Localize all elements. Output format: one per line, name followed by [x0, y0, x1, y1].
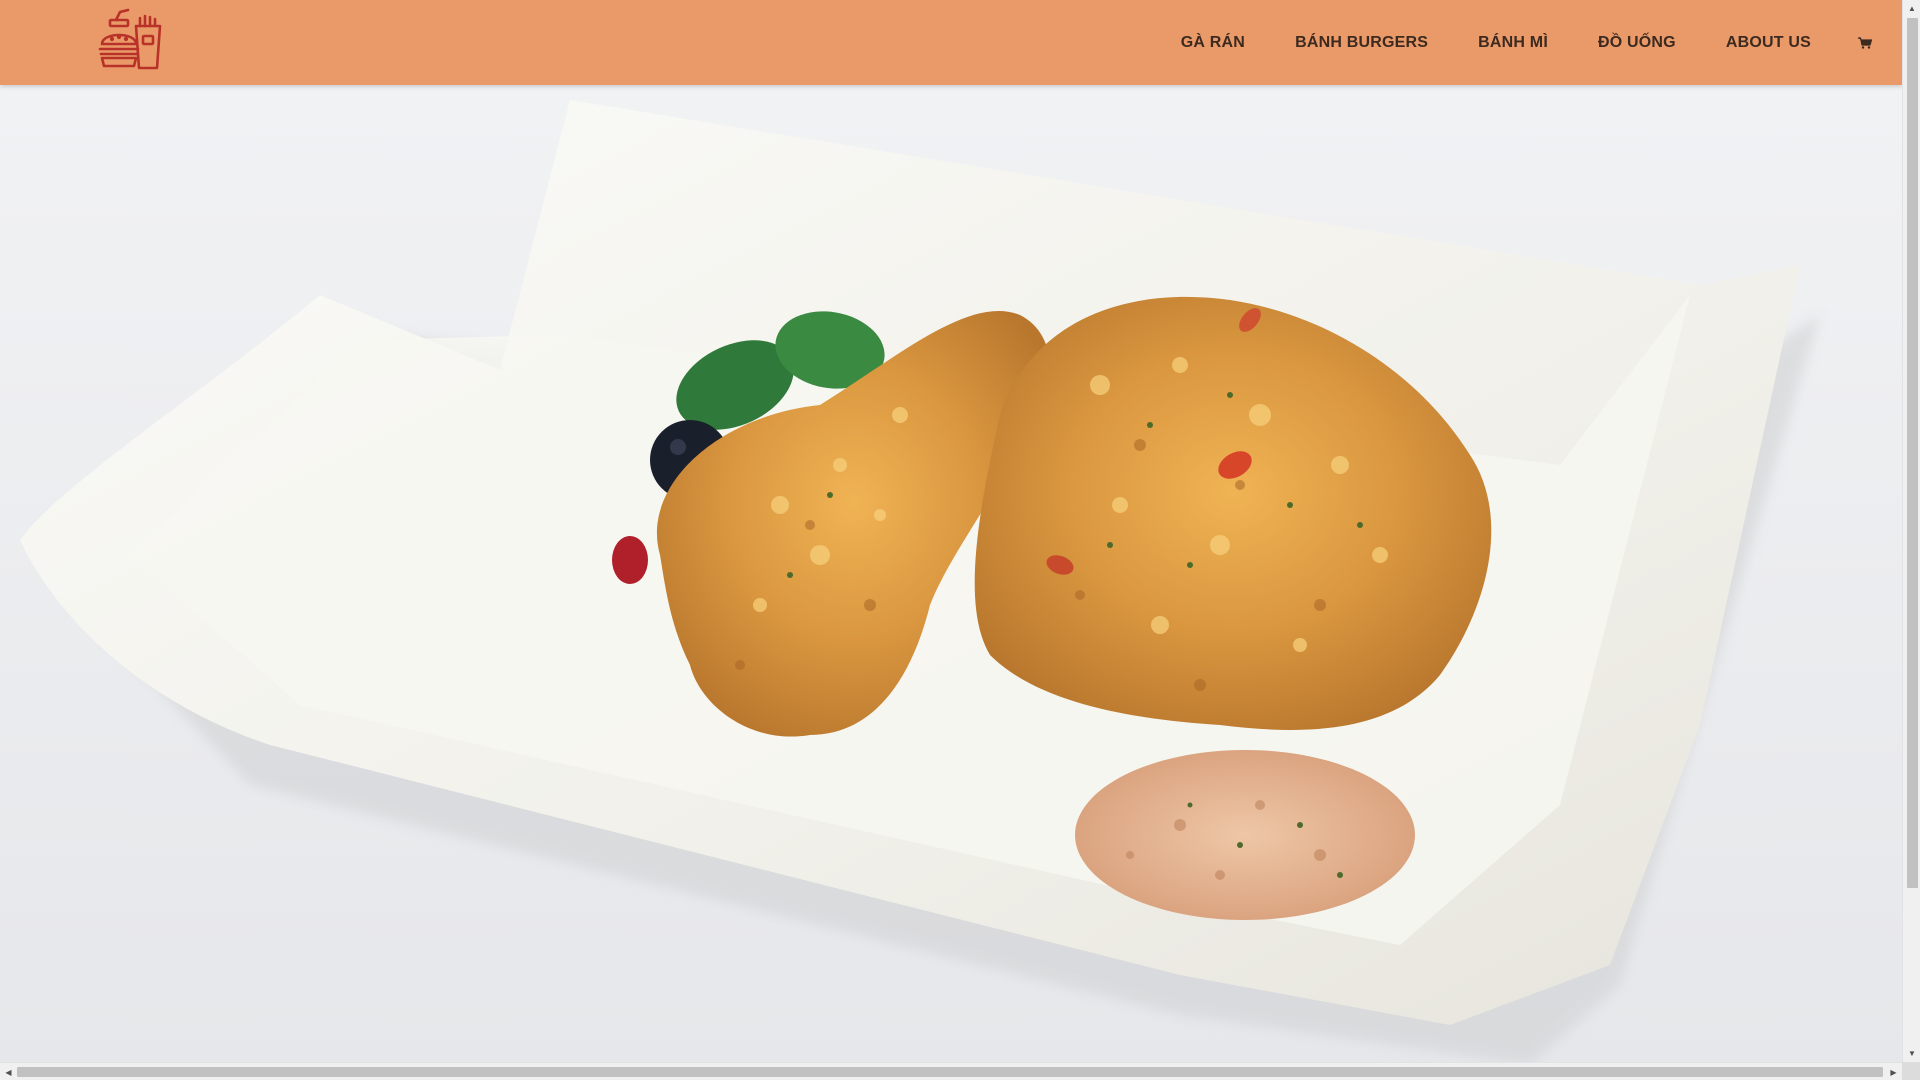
vertical-scrollbar[interactable]: ▲ ▼ [1902, 0, 1920, 1062]
nav-item-about-us[interactable]: ABOUT US [1701, 34, 1836, 52]
nav-item-fried-chicken[interactable]: GÀ RÁN [1156, 34, 1270, 52]
horizontal-scrollbar[interactable]: ◀ ▶ [0, 1062, 1902, 1080]
fast-food-logo-icon[interactable] [98, 6, 166, 72]
shopping-cart-icon[interactable] [1836, 36, 1902, 49]
scroll-left-arrow-icon[interactable]: ◀ [0, 1063, 17, 1081]
nav-item-burgers[interactable]: BÁNH BURGERS [1270, 34, 1453, 52]
page-viewport: GÀ RÁN BÁNH BURGERS BÁNH MÌ ĐỒ UỐNG ABOU… [0, 0, 1902, 1062]
vertical-scroll-thumb[interactable] [1907, 18, 1918, 888]
main-nav: GÀ RÁN BÁNH BURGERS BÁNH MÌ ĐỒ UỐNG ABOU… [1156, 0, 1902, 85]
nav-item-drinks[interactable]: ĐỒ UỐNG [1573, 34, 1701, 52]
scroll-down-arrow-icon[interactable]: ▼ [1903, 1045, 1920, 1062]
horizontal-scroll-thumb[interactable] [17, 1067, 1883, 1077]
hero-image [0, 85, 1902, 1062]
scrollbar-corner [1902, 1062, 1920, 1080]
scroll-up-arrow-icon[interactable]: ▲ [1903, 0, 1920, 17]
nav-item-banh-mi[interactable]: BÁNH MÌ [1453, 34, 1573, 52]
scroll-right-arrow-icon[interactable]: ▶ [1885, 1063, 1902, 1081]
navbar: GÀ RÁN BÁNH BURGERS BÁNH MÌ ĐỒ UỐNG ABOU… [0, 0, 1902, 85]
